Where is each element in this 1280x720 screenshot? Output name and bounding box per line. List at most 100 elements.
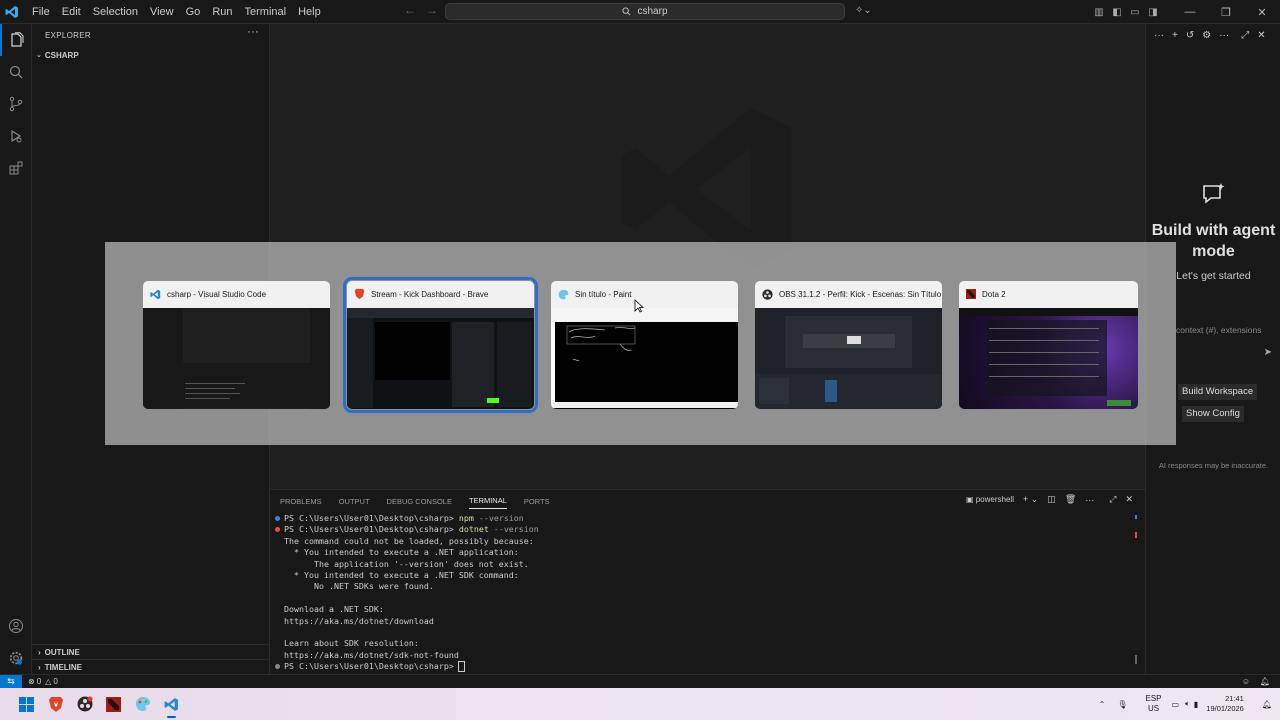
paint-icon[interactable] xyxy=(128,689,157,719)
terminal-shell-selector[interactable]: ▣ powershell xyxy=(966,495,1014,504)
volume-icon[interactable]: 🔈︎ xyxy=(1185,699,1190,709)
history-icon[interactable]: ↺ xyxy=(1186,30,1194,41)
battery-icon[interactable]: ▮ xyxy=(1194,700,1198,709)
window-card-dota[interactable]: Dota 2 xyxy=(959,281,1138,409)
menu-terminal[interactable]: Terminal xyxy=(239,0,293,24)
layout-customize-icon[interactable]: ▥ xyxy=(1090,7,1108,18)
outline-section[interactable]: › OUTLINE xyxy=(32,644,270,659)
folder-name: CSHARP xyxy=(44,50,79,60)
warning-icon[interactable]: △ xyxy=(45,677,51,686)
run-debug-icon[interactable] xyxy=(0,120,32,152)
settings-gear-icon[interactable] xyxy=(0,642,32,674)
command-status-dot[interactable] xyxy=(275,664,280,670)
send-icon[interactable]: ➤ xyxy=(1264,347,1272,358)
input-language[interactable]: ESP US xyxy=(1146,694,1162,714)
command-center-search[interactable]: csharp xyxy=(445,3,845,20)
brave-icon[interactable] xyxy=(41,689,70,719)
brave-icon xyxy=(354,288,365,300)
clock[interactable]: 21:41 19/01/2026 xyxy=(1206,694,1244,714)
more-actions-icon[interactable]: ··· xyxy=(1219,30,1229,41)
more-actions-icon[interactable]: ··· xyxy=(247,26,259,38)
show-config-button[interactable]: Show Config xyxy=(1182,406,1244,422)
search-icon[interactable] xyxy=(0,56,32,88)
menu-edit[interactable]: Edit xyxy=(56,0,87,24)
toggle-sidebar-icon[interactable]: ◧ xyxy=(1108,7,1126,18)
terminal-icon: ▣ xyxy=(965,495,976,504)
maximize-panel-icon[interactable]: ⤢ xyxy=(1109,494,1116,505)
new-terminal-icon[interactable]: + ⌄ xyxy=(1023,494,1038,505)
window-card-obs[interactable]: OBS 31.1.2 - Perfil: Kick - Escenas: Sin… xyxy=(755,281,942,409)
terminal-output[interactable]: PS C:\Users\User01\Desktop\csharp> npm -… xyxy=(275,513,1124,673)
workspace-folder[interactable]: ⌄ CSHARP xyxy=(32,46,269,64)
chat-input[interactable]: context (#), extensions ➤ xyxy=(1176,325,1276,365)
maximize-icon[interactable]: ⤢ xyxy=(1241,30,1249,41)
command-status-dot[interactable] xyxy=(275,516,280,521)
vscode-taskbar-icon[interactable] xyxy=(157,689,186,719)
tab-debug-console[interactable]: DEBUG CONSOLE xyxy=(387,497,452,506)
more-actions-icon[interactable]: ··· xyxy=(1154,30,1164,41)
paint-icon xyxy=(558,289,569,299)
menu-run[interactable]: Run xyxy=(206,0,238,24)
menu-file[interactable]: File xyxy=(26,0,56,24)
window-card-paint[interactable]: Sin título - Paint xyxy=(551,281,738,409)
source-control-icon[interactable] xyxy=(0,88,32,120)
remote-icon[interactable]: ⇆ xyxy=(0,674,22,689)
close-icon[interactable]: ✕ xyxy=(1257,30,1265,41)
back-arrow-icon[interactable]: ← xyxy=(404,3,416,17)
microphone-icon[interactable]: 🎙︎ xyxy=(1117,700,1127,709)
terminal-line: The command could not be loaded, possibl… xyxy=(284,535,534,546)
command-status-dot[interactable] xyxy=(275,527,280,533)
terminal-line: PS C:\Users\User01\Desktop\csharp> npm -… xyxy=(275,513,1124,524)
chevron-up-icon[interactable]: ⌃ xyxy=(1099,700,1106,709)
windows-start-icon[interactable] xyxy=(12,689,41,719)
menu-help[interactable]: Help xyxy=(292,0,327,24)
notification-bell-icon[interactable]: 🔔︎ xyxy=(1262,700,1272,709)
menu-selection[interactable]: Selection xyxy=(87,0,144,24)
toggle-secondary-sidebar-icon[interactable]: ◨ xyxy=(1144,7,1162,18)
window-card-brave[interactable]: Stream - Kick Dashboard - Brave xyxy=(343,277,538,413)
window-thumbnail xyxy=(347,308,534,409)
new-chat-icon[interactable]: + xyxy=(1172,30,1178,41)
bell-icon[interactable]: 🔔︎ xyxy=(1260,677,1270,686)
terminal-args: --version xyxy=(473,513,524,523)
activity-bar-bottom xyxy=(0,610,32,674)
timeline-section[interactable]: › TIMELINE xyxy=(32,659,270,674)
warning-count[interactable]: 0 xyxy=(53,677,57,686)
chevron-down-icon: ⌄ xyxy=(36,52,42,59)
close-icon[interactable]: ✕ xyxy=(1244,6,1280,19)
chevron-right-icon: › xyxy=(38,647,41,657)
tab-ports[interactable]: PORTS xyxy=(524,497,550,506)
copilot-status-icon[interactable]: ☺ xyxy=(1242,677,1250,686)
terminal-prompt: PS C:\Users\User01\Desktop\csharp> xyxy=(284,661,459,672)
forward-arrow-icon[interactable]: → xyxy=(426,3,438,17)
toggle-panel-icon[interactable]: ▭ xyxy=(1126,7,1144,18)
dota-icon[interactable] xyxy=(99,689,128,719)
window-thumbnail xyxy=(143,308,330,409)
build-workspace-button[interactable]: Build Workspace xyxy=(1178,384,1258,400)
gear-icon[interactable]: ⚙ xyxy=(1202,30,1211,41)
minimize-icon[interactable]: — xyxy=(1172,6,1208,18)
explorer-icon[interactable] xyxy=(0,24,32,56)
more-actions-icon[interactable]: ··· xyxy=(1085,495,1094,505)
obs-icon xyxy=(762,288,773,300)
account-icon[interactable] xyxy=(0,610,32,642)
restore-icon[interactable]: ❐ xyxy=(1208,6,1244,19)
extensions-icon[interactable] xyxy=(0,152,32,184)
obs-icon[interactable] xyxy=(70,689,99,719)
menu-view[interactable]: View xyxy=(144,0,180,24)
keyboard-layout: US xyxy=(1147,704,1160,713)
close-panel-icon[interactable]: ✕ xyxy=(1125,494,1133,505)
tab-problems[interactable]: PROBLEMS xyxy=(280,497,322,506)
network-icon[interactable]: ▭ xyxy=(1172,700,1180,709)
trash-icon[interactable]: 🗑 xyxy=(1065,494,1076,505)
split-terminal-icon[interactable]: ◫ xyxy=(1047,494,1056,505)
tab-output[interactable]: OUTPUT xyxy=(339,497,370,506)
error-count[interactable]: 0 xyxy=(37,677,41,686)
error-count-icon[interactable]: ⊗ xyxy=(28,677,35,686)
copilot-icon[interactable]: ✧⌄ xyxy=(855,5,872,16)
menu-go[interactable]: Go xyxy=(180,0,207,24)
tab-terminal[interactable]: TERMINAL xyxy=(468,496,507,509)
window-card-vscode[interactable]: csharp - Visual Studio Code xyxy=(143,281,330,409)
terminal-scrollbar[interactable] xyxy=(1135,655,1137,664)
